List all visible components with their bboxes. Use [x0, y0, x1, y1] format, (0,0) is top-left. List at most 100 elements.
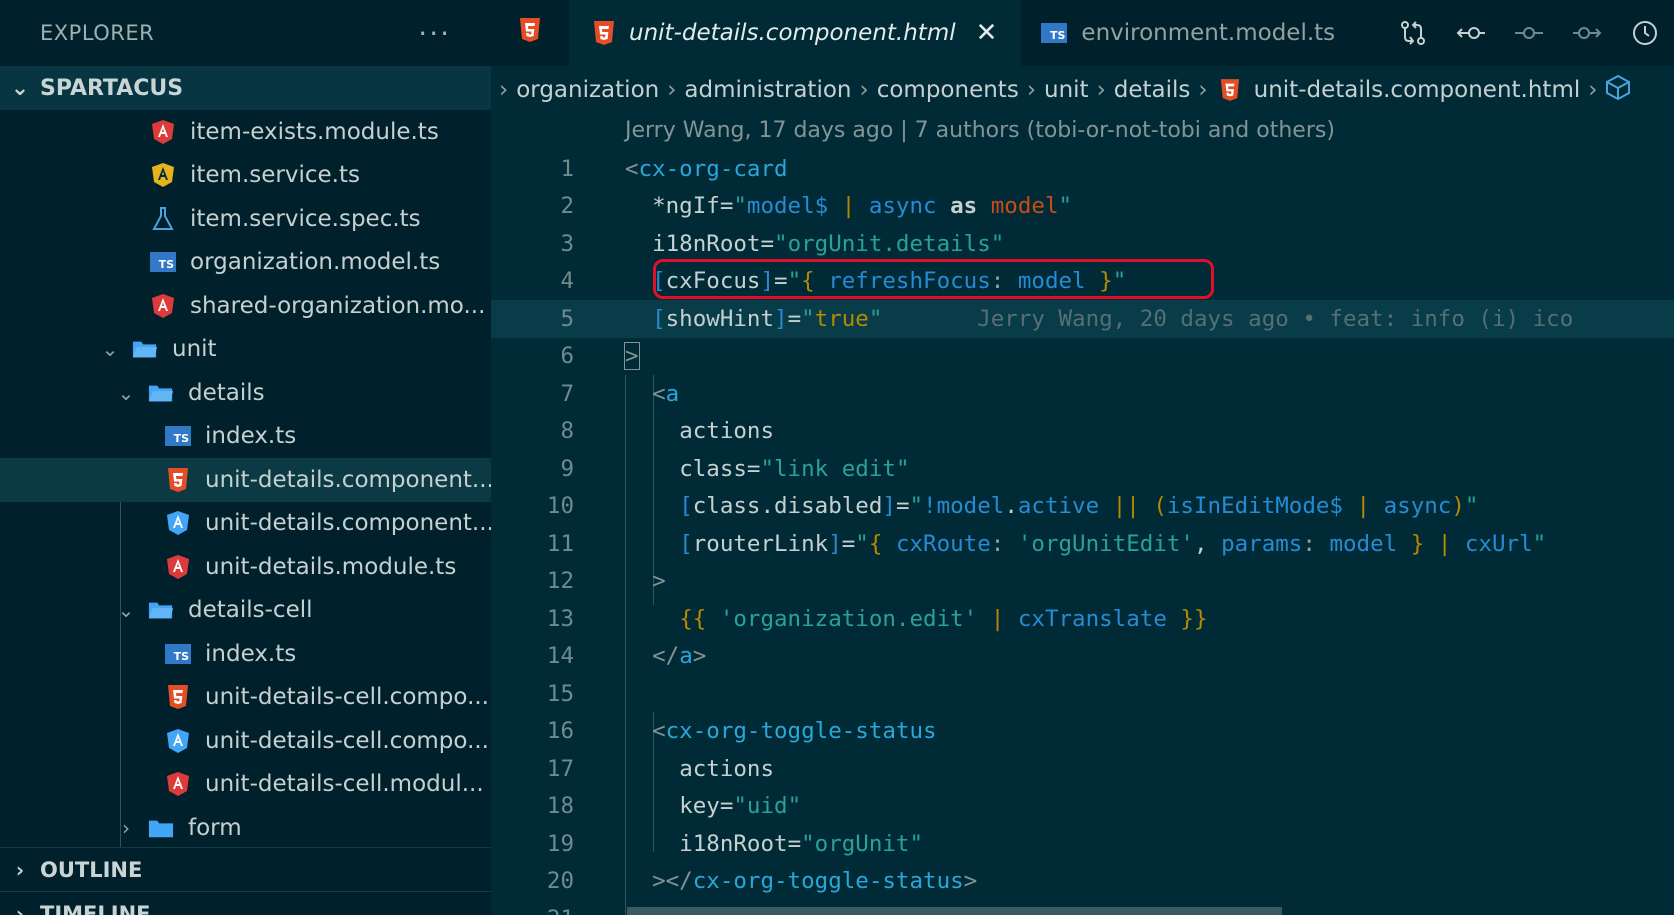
- tab-label: environment.model.ts: [1081, 20, 1336, 46]
- token: cxUrl: [1464, 530, 1533, 557]
- timeline-label: TIMELINE: [40, 902, 151, 915]
- ts-badge-text: TS: [165, 643, 191, 664]
- chevron-down-icon: ⌄: [117, 380, 135, 405]
- chevron-down-icon: ⌄: [117, 598, 135, 623]
- horizontal-scrollbar[interactable]: [627, 907, 1282, 915]
- token: cxRoute: [895, 530, 991, 557]
- breadcrumb-item[interactable]: unit: [1044, 77, 1089, 103]
- angular-yellow-icon: [150, 162, 176, 188]
- file-item[interactable]: TS organization.model.ts: [0, 241, 491, 285]
- compare-changes-icon[interactable]: [1394, 14, 1432, 52]
- file-item[interactable]: TS index.ts: [0, 632, 491, 676]
- timeline-icon[interactable]: [1626, 14, 1664, 52]
- file-item[interactable]: item.service.ts: [0, 154, 491, 198]
- breadcrumb-item[interactable]: organization: [516, 77, 659, 103]
- folder-item-form[interactable]: › form: [0, 806, 491, 850]
- ts-badge-text: TS: [150, 252, 176, 273]
- workspace-section-header[interactable]: ⌄ SPARTACUS: [0, 66, 491, 110]
- token: *ngIf: [652, 193, 720, 220]
- breadcrumb-item[interactable]: components: [877, 77, 1019, 103]
- chevron-right-icon: ›: [15, 858, 25, 882]
- line-number: 13: [546, 605, 574, 632]
- chevron-right-icon: ›: [1588, 77, 1598, 103]
- commit-icon[interactable]: [1510, 14, 1548, 52]
- highlight-annotation-box: [653, 259, 1214, 299]
- file-item[interactable]: item-exists.module.ts: [0, 110, 491, 154]
- folder-item-unit[interactable]: ⌄ unit: [0, 328, 491, 372]
- angular-red-icon: [165, 554, 191, 580]
- chevron-right-icon: ›: [122, 815, 130, 840]
- file-item[interactable]: item.service.spec.ts: [0, 197, 491, 241]
- more-actions-button[interactable]: ···: [418, 17, 451, 50]
- editor-tab-bar: unit-details.component.html ✕ TS environ…: [491, 0, 1674, 66]
- line-number: 18: [546, 793, 574, 820]
- folder-item-details[interactable]: ⌄ details: [0, 371, 491, 415]
- token: cx-org-toggle-status: [665, 718, 937, 745]
- token: cxTranslate: [1017, 605, 1167, 632]
- folder-item-details-cell[interactable]: ⌄ details-cell: [0, 589, 491, 633]
- token: i18nRoot: [652, 230, 761, 257]
- ts-icon: TS: [165, 641, 191, 667]
- code-line: 2 *ngIf="model$ | async as model": [491, 188, 1674, 226]
- token: !model: [923, 493, 1005, 520]
- code-line: 8 actions: [491, 413, 1674, 451]
- inline-blame: Jerry Wang, 20 days ago • feat: info (i)…: [977, 305, 1574, 332]
- token: cx-org-card: [638, 155, 788, 182]
- file-item[interactable]: unit-details.component...: [0, 502, 491, 546]
- file-label: unit-details.component...: [205, 466, 491, 493]
- file-item[interactable]: shared-organization.mo...: [0, 284, 491, 328]
- file-label: item-exists.module.ts: [190, 118, 439, 145]
- close-icon[interactable]: ✕: [976, 18, 998, 48]
- token: actions: [679, 755, 775, 782]
- line-number: 19: [546, 830, 574, 857]
- file-item[interactable]: TS index.ts: [0, 415, 491, 459]
- code-line: 6 >: [491, 338, 1674, 376]
- line-number: 17: [546, 755, 574, 782]
- angular-blue-icon: [165, 728, 191, 754]
- code-line: 3 i18nRoot="orgUnit.details": [491, 225, 1674, 263]
- flask-icon: [150, 206, 176, 232]
- blame-header[interactable]: Jerry Wang, 17 days ago | 7 authors (tob…: [625, 118, 1335, 143]
- token: showHint: [665, 305, 775, 332]
- breadcrumb-item[interactable]: administration: [684, 77, 851, 103]
- file-item[interactable]: unit-details-cell.compo...: [0, 676, 491, 720]
- tab-html-preview[interactable]: [491, 0, 569, 66]
- token: orgUnit: [814, 830, 910, 857]
- ts-icon: TS: [165, 423, 191, 449]
- html-icon: [165, 467, 191, 493]
- chevron-down-icon: ⌄: [101, 337, 119, 362]
- cube-icon[interactable]: [1605, 74, 1631, 106]
- tab-unit-details-html[interactable]: unit-details.component.html ✕: [569, 0, 1022, 66]
- outline-label: OUTLINE: [40, 858, 143, 882]
- previous-change-icon[interactable]: [1452, 14, 1490, 52]
- file-item[interactable]: unit-details.module.ts: [0, 545, 491, 589]
- line-number: 14: [546, 643, 574, 670]
- file-item[interactable]: unit-details-cell.modul...: [0, 763, 491, 807]
- token: a: [679, 643, 693, 670]
- breadcrumb-item[interactable]: details: [1114, 77, 1191, 103]
- file-item[interactable]: unit-details-cell.compo...: [0, 719, 491, 763]
- code-line: 9 class="link edit": [491, 450, 1674, 488]
- html-icon: [165, 684, 191, 710]
- timeline-section-header[interactable]: › TIMELINE: [0, 891, 491, 915]
- code-line: 15: [491, 675, 1674, 713]
- file-item-selected[interactable]: unit-details.component...: [0, 458, 491, 502]
- line-number: 10: [546, 493, 574, 520]
- chevron-right-icon: ›: [1096, 77, 1106, 103]
- line-number: 7: [560, 380, 574, 407]
- tab-environment-model[interactable]: TS environment.model.ts: [1021, 0, 1355, 66]
- chevron-right-icon: ›: [499, 77, 509, 103]
- token: true: [814, 305, 869, 332]
- token: routerLink: [692, 530, 829, 557]
- line-number: 1: [560, 155, 574, 182]
- line-number: 4: [560, 268, 574, 295]
- next-change-icon[interactable]: [1568, 14, 1606, 52]
- token: key: [679, 793, 720, 820]
- html-icon: [519, 17, 541, 49]
- code-line: 7 <a: [491, 375, 1674, 413]
- line-number: 15: [546, 680, 574, 707]
- breadcrumb-item[interactable]: unit-details.component.html: [1254, 77, 1581, 103]
- angular-blue-icon: [165, 510, 191, 536]
- outline-section-header[interactable]: › OUTLINE: [0, 847, 491, 892]
- token: actions: [679, 418, 775, 445]
